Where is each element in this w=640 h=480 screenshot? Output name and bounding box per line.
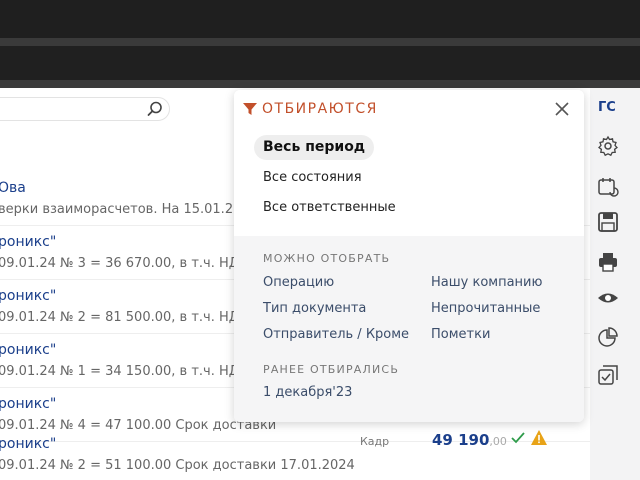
check-icon [511,432,525,444]
list-item-title: роникс" [0,234,57,250]
filter-sender-link[interactable]: Отправитель / Кроме [263,327,409,342]
save-icon[interactable] [597,211,619,233]
list-item-title: роникс" [0,342,57,358]
checklist-icon[interactable] [597,364,619,386]
list-item-title: Ова [0,180,26,196]
pie-chart-icon[interactable] [597,326,619,348]
period-filter-chip[interactable]: Весь период [254,135,375,160]
list-item-subtitle: верки взаиморасчетов. На 15.01.20 [0,202,242,217]
can-filter-label: МОЖНО ОТОБРАТЬ [263,252,391,265]
window-top-divider [0,38,640,46]
filter-doc-type-link[interactable]: Тип документа [263,301,366,316]
amount-main: 49 190 [432,431,490,449]
previous-filters-label: РАНЕЕ ОТБИРАЛИСЬ [263,363,400,376]
gear-icon[interactable] [597,135,619,157]
filter-icon [243,103,257,115]
calendar-sync-icon[interactable] [597,176,619,198]
filter-popup-header: ОТБИРАЮТСЯ Весь период Все состояния Все… [234,90,584,236]
filter-operation-link[interactable]: Операцию [263,275,334,290]
search-input[interactable] [0,97,170,121]
document-amount: 49 190,00 [432,431,507,449]
responsible-filter-option[interactable]: Все ответственные [263,200,396,215]
list-item-subtitle: 09.01.24 № 2 = 51 100.00 Срок доставки 1… [0,458,355,473]
list-item-subtitle: 09.01.24 № 3 = 36 670.00, в т.ч. НДС [0,256,248,271]
list-item-subtitle: 09.01.24 № 2 = 81 500.00, в т.ч. НДС [0,310,248,325]
filter-popup-title: ОТБИРАЮТСЯ [262,101,378,117]
search-icon[interactable] [147,101,163,117]
list-item-title: роникс" [0,288,57,304]
list-item-title: роникс" [0,396,57,412]
close-icon[interactable] [554,101,570,117]
toolbar-area [0,46,640,80]
list-item-subtitle: 09.01.24 № 1 = 34 150.00, в т.ч. НДС [0,364,248,379]
printer-icon[interactable] [597,251,619,273]
filter-marks-link[interactable]: Пометки [431,327,490,342]
filter-unread-link[interactable]: Непрочитанные [431,301,540,316]
eye-icon[interactable] [597,287,619,309]
filter-popup: ОТБИРАЮТСЯ Весь период Все состояния Все… [234,90,584,422]
toolbar-divider [0,80,640,88]
warning-icon[interactable] [530,429,548,446]
user-initials-button[interactable]: ГС [598,100,616,115]
amount-cents: ,00 [489,435,507,448]
list-item-title: роникс" [0,436,57,452]
filter-popup-available: МОЖНО ОТОБРАТЬ Операцию Тип документа От… [234,236,584,422]
right-toolbar: ГС [590,88,640,480]
document-type-tag: Кадр [360,435,390,448]
window-top-bar [0,0,640,38]
previous-filter-item[interactable]: 1 декабря'23 [263,385,352,400]
filter-our-company-link[interactable]: Нашу компанию [431,275,542,290]
state-filter-option[interactable]: Все состояния [263,170,362,185]
